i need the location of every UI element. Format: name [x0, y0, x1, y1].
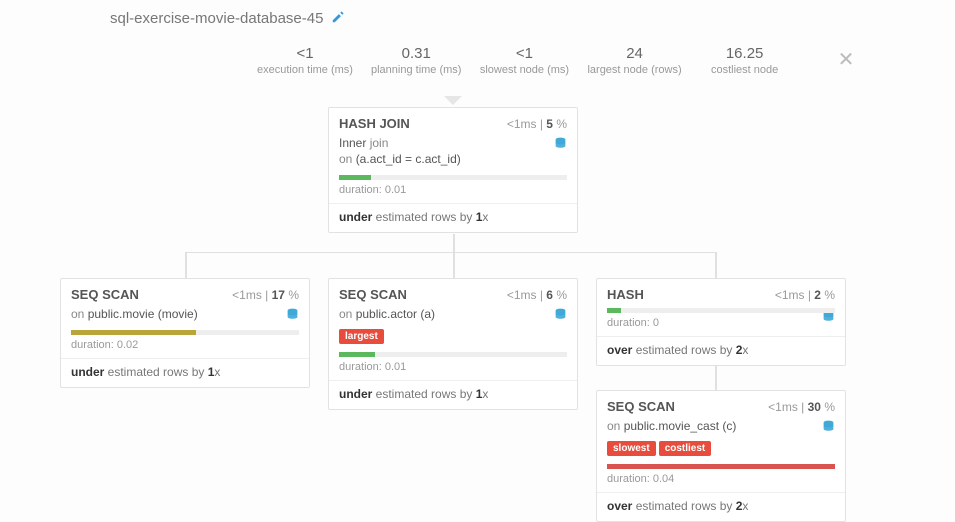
pointer-down-icon [444, 96, 462, 105]
metric-slowest-node: <1 slowest node (ms) [479, 45, 569, 76]
close-icon[interactable]: ✕ [808, 45, 855, 75]
metric-costliest-node: 16.25 costliest node [700, 45, 790, 76]
duration-label: duration: 0 [607, 317, 835, 329]
duration-label: duration: 0.02 [71, 339, 299, 351]
node-detail: on public.movie (movie) [71, 306, 299, 322]
duration-bar [339, 352, 567, 357]
node-seq-scan-movie[interactable]: SEQ SCAN <1ms | 17 % on public.movie (mo… [60, 278, 310, 388]
database-icon[interactable] [822, 420, 835, 436]
estimate-label: under estimated rows by 1x [339, 387, 567, 401]
duration-bar [607, 464, 835, 469]
metric-largest-node: 24 largest node (rows) [587, 45, 681, 76]
metrics-row: <1 execution time (ms) 0.31 planning tim… [257, 45, 854, 76]
duration-bar [71, 330, 299, 335]
estimate-label: over estimated rows by 2x [607, 499, 835, 513]
duration-label: duration: 0.01 [339, 361, 567, 373]
duration-label: duration: 0.04 [607, 473, 835, 485]
plan-title-row: sql-exercise-movie-database-45 [110, 10, 345, 27]
tag-largest: largest [339, 329, 384, 344]
node-stats: <1ms | 2 % [775, 288, 835, 302]
node-detail: on public.actor (a) [339, 306, 567, 322]
node-title: SEQ SCAN [71, 287, 139, 302]
node-hash[interactable]: HASH <1ms | 2 % duration: 0 over estimat… [596, 278, 846, 366]
connector [715, 366, 717, 390]
node-tags: largest [339, 328, 567, 344]
database-icon[interactable] [554, 137, 567, 153]
estimate-label: under estimated rows by 1x [339, 210, 567, 224]
database-icon[interactable] [286, 308, 299, 324]
node-seq-scan-actor[interactable]: SEQ SCAN <1ms | 6 % on public.actor (a) … [328, 278, 578, 410]
node-title: SEQ SCAN [339, 287, 407, 302]
connector [715, 252, 717, 278]
node-stats: <1ms | 6 % [507, 288, 567, 302]
plan-title: sql-exercise-movie-database-45 [110, 10, 323, 27]
node-seq-scan-movie-cast[interactable]: SEQ SCAN <1ms | 30 % on public.movie_cas… [596, 390, 846, 522]
connector [453, 234, 455, 278]
node-stats: <1ms | 17 % [232, 288, 299, 302]
node-stats: <1ms | 5 % [507, 117, 567, 131]
node-detail: Inner joinon (a.act_id = c.act_id) [339, 135, 567, 167]
database-icon[interactable] [554, 308, 567, 324]
duration-label: duration: 0.01 [339, 184, 567, 196]
tag-slowest: slowest [607, 441, 656, 456]
connector [185, 252, 187, 278]
estimate-label: under estimated rows by 1x [71, 365, 299, 379]
node-title: HASH JOIN [339, 116, 410, 131]
metric-planning-time: 0.31 planning time (ms) [371, 45, 461, 76]
estimate-label: over estimated rows by 2x [607, 343, 835, 357]
node-detail: on public.movie_cast (c) [607, 418, 835, 434]
node-stats: <1ms | 30 % [768, 400, 835, 414]
node-title: HASH [607, 287, 644, 302]
connector [185, 252, 715, 278]
tag-costliest: costliest [659, 441, 712, 456]
duration-bar [607, 308, 835, 313]
node-tags: slowestcostliest [607, 440, 835, 456]
duration-bar [339, 175, 567, 180]
pencil-icon[interactable] [331, 10, 345, 27]
node-title: SEQ SCAN [607, 399, 675, 414]
metric-execution-time: <1 execution time (ms) [257, 45, 353, 76]
node-hash-join[interactable]: HASH JOIN <1ms | 5 % Inner joinon (a.act… [328, 107, 578, 233]
